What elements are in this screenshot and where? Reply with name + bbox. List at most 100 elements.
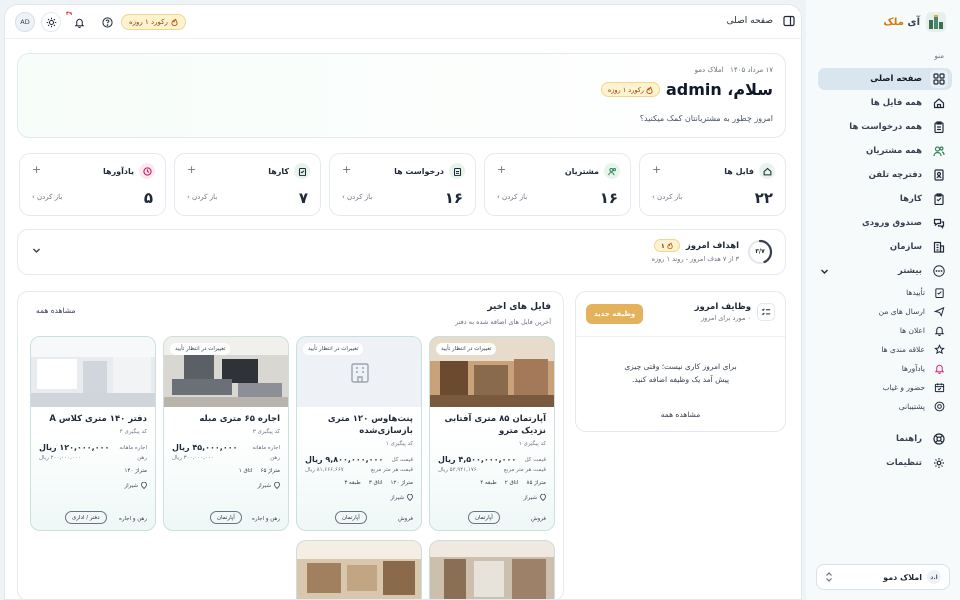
add-reminder-button[interactable]: + bbox=[32, 163, 41, 176]
sidebar-item-organization[interactable]: سازمان bbox=[818, 236, 952, 258]
home-icon bbox=[930, 94, 948, 112]
sidebar-subitem-label: حضور و غیاب bbox=[882, 382, 925, 392]
sidebar-subitem-support[interactable]: پشتیبانی bbox=[828, 397, 946, 415]
sidebar-item-more[interactable]: بیشتر bbox=[818, 260, 952, 282]
sidebar-subitem-approvals[interactable]: تأییدها bbox=[828, 283, 946, 301]
stat-card-requests[interactable]: درخواست ها + ۱۶ باز کردن › bbox=[329, 153, 476, 216]
sidebar-subitem-reminders[interactable]: یادآورها bbox=[828, 359, 946, 377]
brand-suffix: ملک bbox=[883, 16, 904, 28]
tasks-see-all-link[interactable]: مشاهده همه bbox=[576, 410, 785, 419]
sidebar-item-tasks[interactable]: کارها bbox=[818, 188, 952, 210]
open-reminders-link[interactable]: باز کردن › bbox=[32, 193, 62, 201]
sidebar-item-inbox[interactable]: صندوق ورودی bbox=[818, 212, 952, 234]
task-list-icon bbox=[757, 303, 775, 321]
chevron-down-icon[interactable] bbox=[820, 267, 829, 276]
home-icon bbox=[759, 163, 775, 179]
sidebar-item-label: راهنما bbox=[895, 434, 922, 444]
recent-files-title: فایل های اخیر bbox=[487, 302, 551, 312]
stat-title: کارها bbox=[268, 166, 289, 176]
sidebar-item-settings[interactable]: تنظیمات bbox=[818, 452, 952, 474]
property-type-chip[interactable]: دفتر / اداری bbox=[65, 511, 107, 524]
recent-files-see-all-link[interactable]: مشاهده همه bbox=[36, 306, 76, 315]
phonebook-icon bbox=[930, 166, 948, 184]
brand-logo-icon bbox=[926, 12, 946, 32]
sidebar-toggle-icon[interactable] bbox=[783, 15, 795, 27]
property-card[interactable]: تغییرات در انتظار تأیید پنت‌هاوس ۱۲۰ متر… bbox=[296, 336, 422, 531]
checklist-icon bbox=[294, 163, 310, 179]
current-date: ۱۷ مرداد ۱۴۰۵ bbox=[730, 66, 773, 74]
stat-value: ۱۶ bbox=[599, 189, 618, 207]
greeting: سلام، admin bbox=[665, 80, 773, 99]
user-avatar[interactable]: AD bbox=[15, 12, 35, 32]
welcome-card: ۱۷ مرداد ۱۴۰۵ املاک دمو سلام، admin رکور… bbox=[17, 53, 786, 138]
sidebar-item-customers[interactable]: همه مشتریان bbox=[818, 140, 952, 162]
property-card[interactable]: دفتر ۱۴۰ متری کلاس A کد پیگیری ۴ ۱۲۰,۰۰۰… bbox=[30, 336, 156, 531]
chevron-down-icon[interactable] bbox=[32, 246, 41, 255]
property-card[interactable]: تغییرات در انتظار تأیید آپارتمان ۸۵ متری… bbox=[429, 336, 555, 531]
add-task-button[interactable]: + bbox=[187, 163, 196, 176]
add-customer-button[interactable]: + bbox=[497, 163, 506, 176]
fire-icon bbox=[646, 86, 653, 94]
stat-card-reminders[interactable]: یادآورها + ۵ باز کردن › bbox=[19, 153, 166, 216]
property-card[interactable]: تغییرات در انتظار تأیید اجاره ۶۵ متری مب… bbox=[163, 336, 289, 531]
stat-title: یادآورها bbox=[103, 166, 134, 176]
daily-goals-card[interactable]: ۳/۷ اهداف امروز ۱ ۳ از ۷ هدف امروز - رون… bbox=[17, 229, 786, 275]
property-card[interactable] bbox=[429, 540, 555, 599]
add-file-button[interactable]: + bbox=[652, 163, 661, 176]
add-request-button[interactable]: + bbox=[342, 163, 351, 176]
property-type-chip[interactable]: آپارتمان bbox=[335, 511, 367, 524]
fire-icon bbox=[667, 242, 673, 249]
chevron-updown-icon bbox=[825, 572, 833, 582]
goals-ring-label: ۳/۷ bbox=[755, 248, 765, 255]
theme-toggle-button[interactable] bbox=[41, 12, 61, 32]
sidebar-item-files[interactable]: همه فایل ها bbox=[818, 92, 952, 114]
inbox-icon bbox=[930, 214, 948, 232]
property-type-chip[interactable]: آپارتمان bbox=[210, 511, 242, 524]
stat-value: ۱۶ bbox=[444, 189, 463, 207]
notifications-button[interactable]: ۴۹ bbox=[66, 11, 89, 32]
sub-price: ۸۱,۶۶۶,۶۶۷ ریال bbox=[305, 467, 344, 473]
sidebar-subitem-label: ارسال های من bbox=[878, 306, 925, 316]
city: شیراز bbox=[391, 494, 414, 501]
open-customers-link[interactable]: باز کردن › bbox=[497, 193, 527, 201]
price: ۴,۵۰۰,۰۰۰,۰۰۰ ریال bbox=[438, 455, 517, 464]
property-card[interactable] bbox=[296, 540, 422, 599]
goals-subtitle: ۳ از ۷ هدف امروز - روند ۱ روزه bbox=[651, 255, 739, 263]
deal-type: رهن و اجاره bbox=[118, 516, 147, 522]
stat-card-files[interactable]: فایل ها + ۲۲ باز کردن › bbox=[639, 153, 786, 216]
sidebar-item-label: بیشتر bbox=[897, 266, 922, 276]
stat-value: ۷ bbox=[298, 189, 308, 207]
price-label: اجاره ماهانه bbox=[119, 445, 147, 451]
stat-card-tasks[interactable]: کارها + ۷ باز کردن › bbox=[174, 153, 321, 216]
status-badge: تغییرات در انتظار تأیید bbox=[303, 343, 364, 355]
sidebar-subitem-attendance[interactable]: حضور و غیاب bbox=[828, 378, 946, 396]
tracking-code: کد پیگیری ۱ bbox=[385, 441, 413, 447]
sidebar-subitem-label: اعلان ها bbox=[899, 325, 925, 335]
sub-price: ۵۲,۹۴۱,۱۷۶ ریال bbox=[438, 467, 477, 473]
sidebar-subitem-favorites[interactable]: علاقه مندی ها bbox=[828, 340, 946, 358]
main-panel: AD ۴۹ رکورد ۱ روزه صفحه اصلی ۱۷ مرداد ۱۴… bbox=[4, 4, 802, 600]
sidebar-subitem-notifications[interactable]: اعلان ها bbox=[828, 321, 946, 339]
sidebar-item-phonebook[interactable]: دفترچه تلفن bbox=[818, 164, 952, 186]
star-icon bbox=[932, 342, 946, 356]
goals-progress-ring: ۳/۷ bbox=[747, 239, 773, 265]
open-requests-link[interactable]: باز کردن › bbox=[342, 193, 372, 201]
open-files-link[interactable]: باز کردن › bbox=[652, 193, 682, 201]
sidebar-subitem-my-submissions[interactable]: ارسال های من bbox=[828, 302, 946, 320]
sidebar-item-home[interactable]: صفحه اصلی bbox=[818, 68, 952, 90]
help-icon bbox=[930, 430, 948, 448]
sidebar-item-requests[interactable]: همه درخواست ها bbox=[818, 116, 952, 138]
property-type-chip[interactable]: آپارتمان bbox=[468, 511, 500, 524]
property-photo bbox=[297, 541, 421, 599]
new-task-button[interactable]: وظیفه جدید bbox=[586, 304, 644, 324]
brand[interactable]: آی ملک bbox=[883, 12, 946, 32]
property-photo bbox=[31, 337, 155, 407]
property-title: آپارتمان ۸۵ متری آفتابی نزدیک مترو bbox=[444, 414, 546, 436]
help-button[interactable] bbox=[97, 12, 117, 32]
streak-label: رکورد ۱ روزه bbox=[129, 18, 168, 26]
stat-card-customers[interactable]: مشتریان + ۱۶ باز کردن › bbox=[484, 153, 631, 216]
sub-price-label: رهن bbox=[270, 455, 280, 461]
org-switcher[interactable]: ا.د املاک دمو bbox=[816, 564, 950, 590]
open-tasks-link[interactable]: باز کردن › bbox=[187, 193, 217, 201]
sidebar-item-help[interactable]: راهنما bbox=[818, 428, 952, 450]
